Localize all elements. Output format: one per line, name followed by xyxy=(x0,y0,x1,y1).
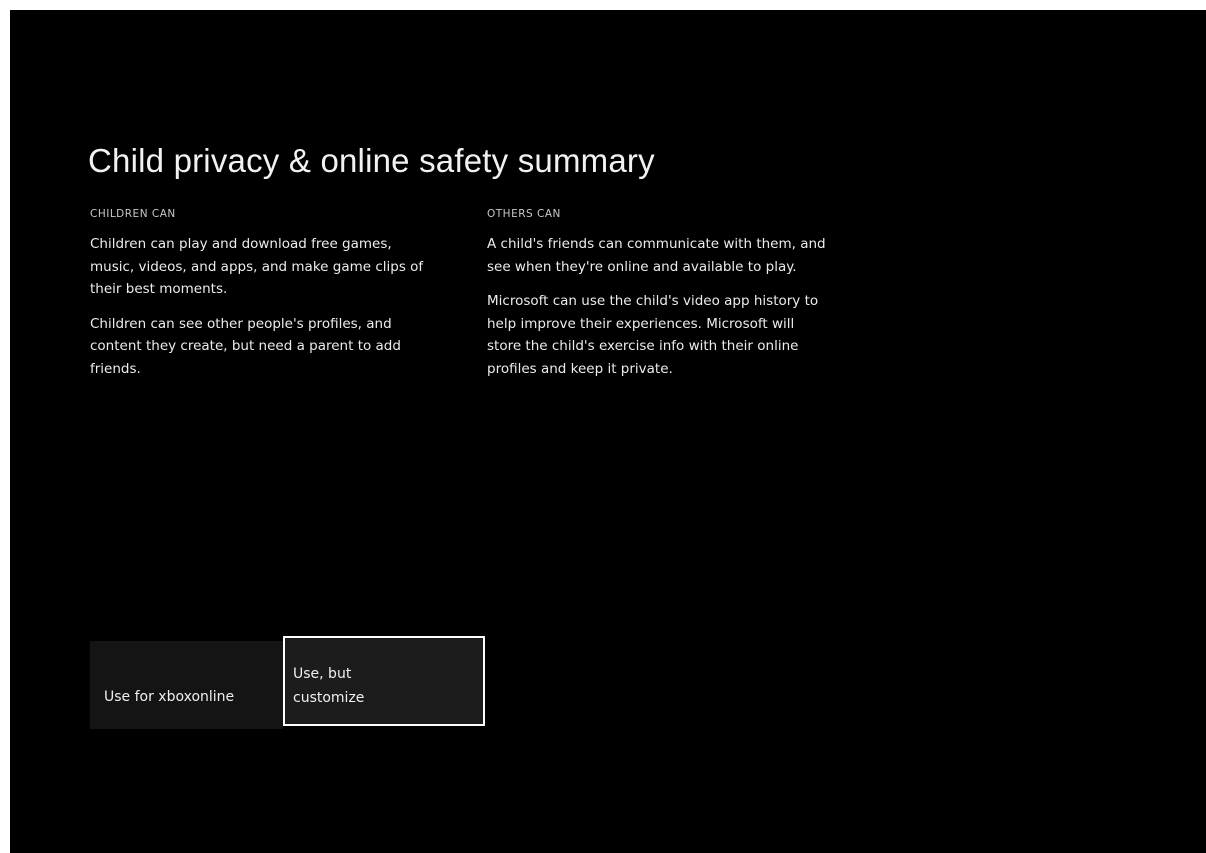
children-can-heading: CHILDREN CAN xyxy=(90,208,176,220)
children-can-paragraph: Children can play and download free game… xyxy=(90,236,424,297)
child-privacy-screen: Child privacy & online safety summary CH… xyxy=(10,10,1206,853)
others-can-paragraph: A child's friends can communicate with t… xyxy=(487,236,826,275)
others-can-section: OTHERS CAN A child's friends can communi… xyxy=(487,208,832,392)
use-but-customize-button[interactable]: Use, but customize xyxy=(283,636,485,726)
use-for-xboxonline-label: Use for xboxonline xyxy=(104,689,235,705)
children-can-section: CHILDREN CAN Children can play and downl… xyxy=(90,208,430,392)
page-title: Child privacy & online safety summary xyxy=(88,142,655,179)
children-can-paragraph: Children can see other people's profiles… xyxy=(90,315,401,377)
others-can-heading: OTHERS CAN xyxy=(487,208,561,220)
others-can-paragraph: Microsoft can use the child's video app … xyxy=(487,293,819,377)
use-but-customize-label: Use, but customize xyxy=(293,666,365,706)
use-for-xboxonline-button[interactable]: Use for xboxonline xyxy=(90,641,283,729)
